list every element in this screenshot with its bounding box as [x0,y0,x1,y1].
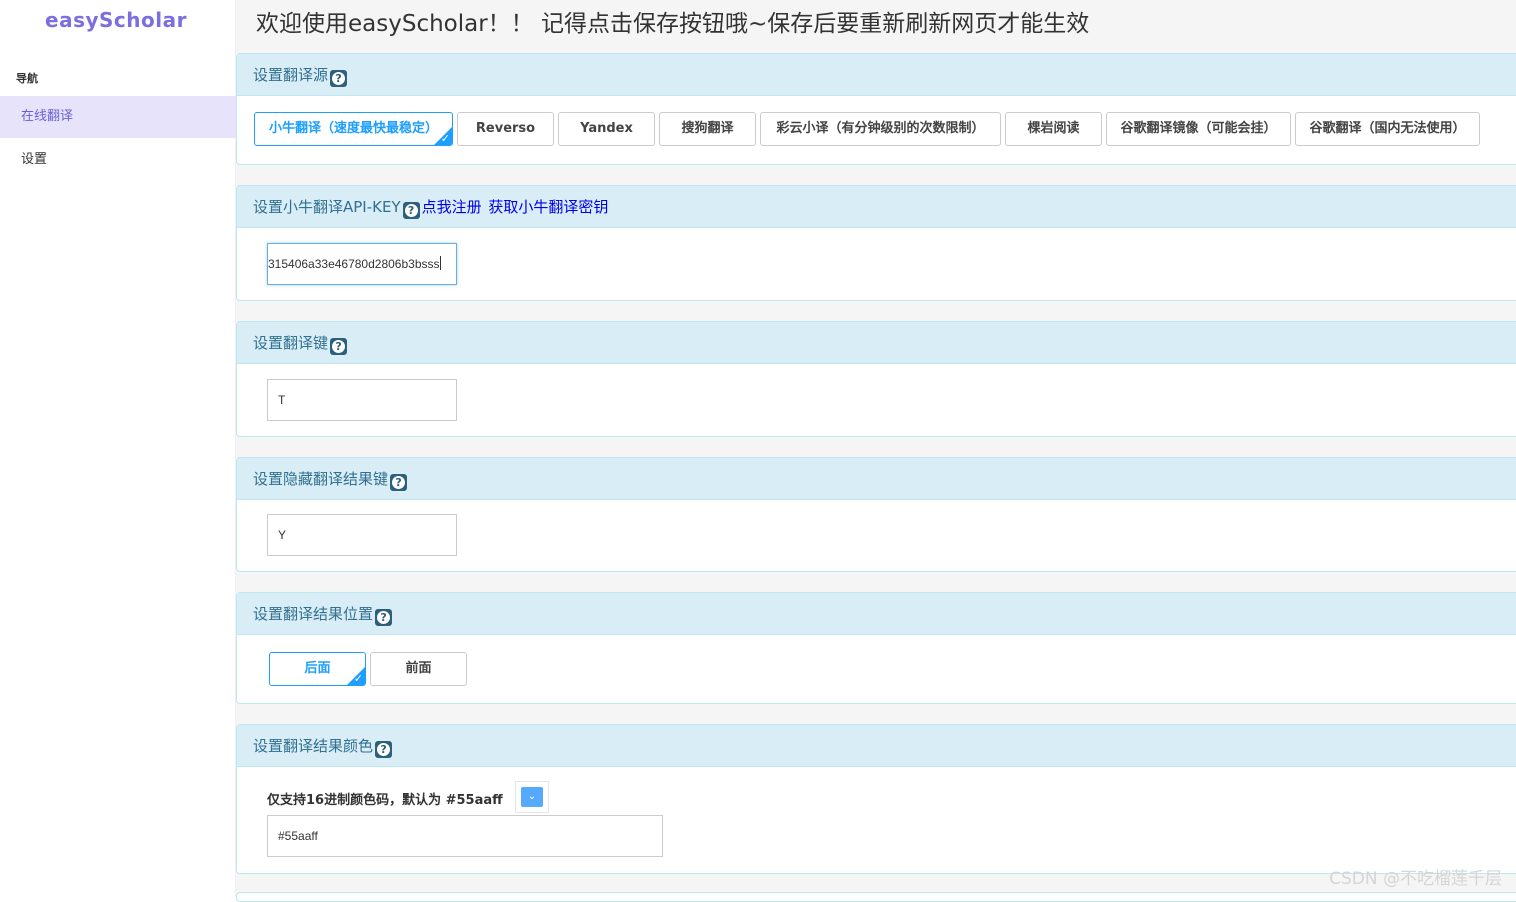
position-option-after[interactable]: 后面 ✓ [269,652,366,686]
position-option-before[interactable]: 前面 [370,652,467,686]
text-caret [439,256,441,270]
check-icon: ✓ [353,672,363,685]
api-key-panel: 设置小牛翻译API-KEY? 点我注册 获取小牛翻译密钥 315406a33e46… [236,185,1516,301]
panel-title: 设置翻译结果颜色 [253,737,374,755]
source-option-niutrans[interactable]: 小牛翻译（速度最快最稳定） ✓ [254,112,453,146]
source-option-yandex[interactable]: Yandex [558,112,655,146]
panel-heading: 设置翻译结果颜色? [237,725,1516,767]
translation-source-panel: 设置翻译源? 小牛翻译（速度最快最稳定） ✓ Reverso Yandex 搜狗… [236,53,1516,165]
panel-title: 设置隐藏翻译结果键 [253,470,389,488]
help-icon[interactable]: ? [330,70,348,87]
source-option-reverso[interactable]: Reverso [457,112,554,146]
help-icon[interactable]: ? [375,609,393,626]
hide-result-key-panel: 设置隐藏翻译结果键? Y [236,457,1516,572]
help-icon[interactable]: ? [402,202,420,219]
panel-heading: 设置翻译键? [237,322,1516,364]
nav-heading: 导航 [16,72,38,85]
help-icon[interactable]: ? [390,474,408,491]
source-option-google[interactable]: 谷歌翻译（国内无法使用） [1295,112,1480,146]
help-icon[interactable]: ? [375,741,393,758]
main-content: 欢迎使用easyScholar！！ 记得点击保存按钮哦~保存后要重新刷新网页才能… [236,0,1516,902]
panel-title: 设置翻译结果位置 [253,605,374,623]
sidebar-item-online-translate[interactable]: 在线翻译 [0,96,236,138]
panel-title: 设置翻译源 [253,66,329,84]
panel-heading: 设置小牛翻译API-KEY? 点我注册 获取小牛翻译密钥 [237,186,1516,228]
help-icon[interactable]: ? [330,338,348,355]
panel-heading: 设置隐藏翻译结果键? [237,458,1516,500]
source-option-google-mirror[interactable]: 谷歌翻译镜像（可能会挂） [1106,112,1291,146]
color-format-note: 仅支持16进制颜色码，默认为 #55aaff [267,793,503,808]
watermark: CSDN @不吃榴莲千层 [1329,869,1502,889]
panel-heading: 设置翻译结果位置? [237,593,1516,635]
translate-key-panel: 设置翻译键? T [236,321,1516,437]
chevron-down-icon: ⌄ [527,791,537,802]
page-title: 欢迎使用easyScholar！！ 记得点击保存按钮哦~保存后要重新刷新网页才能… [256,11,1090,37]
next-panel-edge [236,892,1516,902]
register-link[interactable]: 点我注册 [422,198,482,216]
color-swatch: ⌄ [521,787,543,807]
panel-heading: 设置翻译源? [237,54,1516,96]
panel-title: 设置翻译键 [253,334,329,352]
result-color-panel: 设置翻译结果颜色? 仅支持16进制颜色码，默认为 #55aaff ⌄ #55aa… [236,724,1516,874]
source-option-keyan[interactable]: 棵岩阅读 [1005,112,1102,146]
result-position-panel: 设置翻译结果位置? 后面 ✓ 前面 [236,592,1516,704]
panel-title: 设置小牛翻译API-KEY [253,198,401,216]
api-key-input[interactable]: 315406a33e46780d2806b3bsss [267,243,457,285]
translate-key-input[interactable]: T [267,379,457,421]
check-icon: ✓ [440,132,450,145]
sidebar: easyScholar 导航 在线翻译 设置 [0,0,236,896]
color-input[interactable]: #55aaff [267,815,663,857]
sidebar-item-settings[interactable]: 设置 [0,139,236,181]
color-picker[interactable]: ⌄ [515,781,549,813]
hide-key-input[interactable]: Y [267,514,457,556]
app-logo[interactable]: easyScholar [0,8,232,32]
source-option-caiyun[interactable]: 彩云小译（有分钟级别的次数限制） [760,112,1001,146]
source-option-sogou[interactable]: 搜狗翻译 [659,112,756,146]
get-key-link[interactable]: 获取小牛翻译密钥 [488,198,608,216]
